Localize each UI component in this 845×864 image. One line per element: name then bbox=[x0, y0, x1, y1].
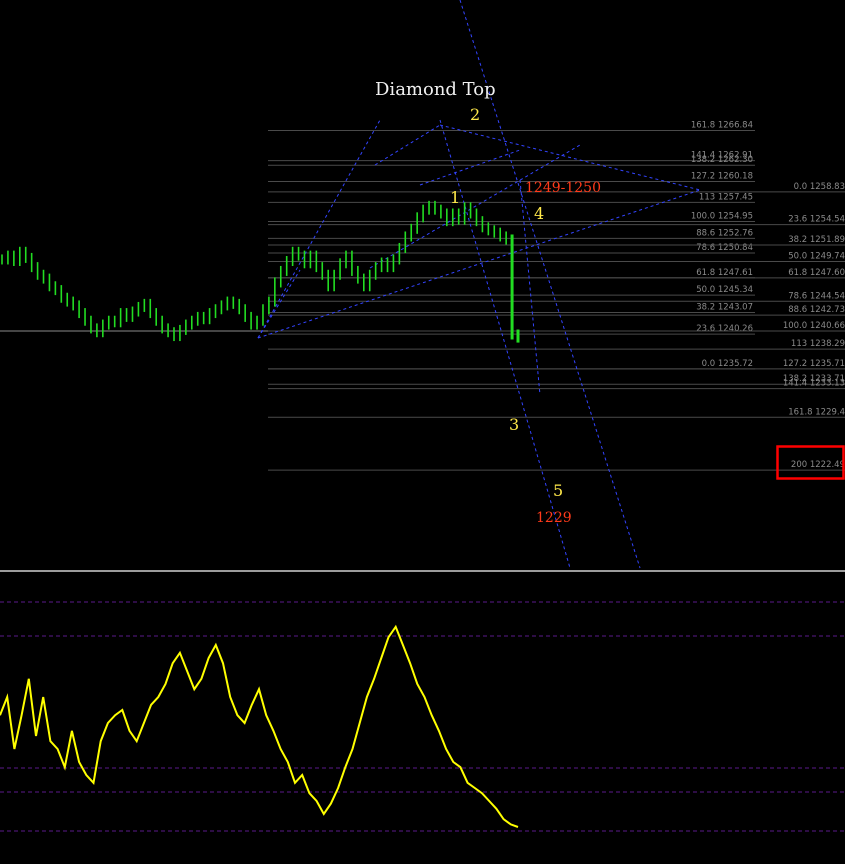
fib-right-label: 0.0 1258.83 bbox=[794, 182, 845, 192]
pattern-title: Diamond Top bbox=[375, 79, 496, 100]
fib-right-label: 141.4 1233.13 bbox=[783, 379, 845, 389]
trendline bbox=[257, 119, 381, 339]
resistance-zone-label: 1249-1250 bbox=[525, 180, 601, 196]
trendline bbox=[374, 124, 441, 166]
target-label: 1229 bbox=[536, 510, 572, 526]
wave-label-4: 4 bbox=[534, 204, 544, 223]
fib-right-label: 38.2 1251.89 bbox=[788, 235, 845, 245]
fib-left-label: 50.0 1245.34 bbox=[696, 285, 753, 295]
trendline bbox=[369, 144, 581, 269]
fib-left-label: 100.0 1254.95 bbox=[691, 212, 753, 222]
trendline bbox=[419, 149, 521, 186]
oscillator-line bbox=[0, 624, 519, 828]
chart-window: 161.8 1266.84 141.4 1262.91 138.2 1262.30 1… bbox=[0, 0, 845, 864]
fib-left-label: 113 1257.45 bbox=[699, 192, 753, 202]
fib-right-label: 50.0 1249.74 bbox=[788, 251, 845, 261]
fib-right-label: 113 1238.29 bbox=[791, 339, 845, 349]
fib-left-label: 61.8 1247.61 bbox=[696, 268, 753, 278]
wave-label-2: 2 bbox=[470, 105, 480, 124]
fib-left-label: 138.2 1262.30 bbox=[691, 155, 753, 165]
fib-left-label: 38.2 1243.07 bbox=[696, 303, 753, 313]
chart-canvas[interactable]: 161.8 1266.84141.4 1262.91138.2 1262.301… bbox=[0, 0, 845, 864]
fib-right-label: 100.0 1240.66 bbox=[783, 321, 845, 331]
wave-label-1: 1 bbox=[450, 188, 460, 207]
trendline bbox=[257, 189, 701, 339]
wave-label-3: 3 bbox=[509, 415, 519, 434]
fib-left-label: 0.0 1235.72 bbox=[702, 359, 753, 369]
trendline bbox=[257, 269, 301, 339]
fib-left-label: 161.8 1266.84 bbox=[691, 120, 753, 130]
fib-right-label: 200 1222.49 bbox=[791, 460, 845, 470]
fib-right-label: 127.2 1235.71 bbox=[783, 359, 845, 369]
oscillator-levels bbox=[0, 601, 845, 832]
fib-right-label: 61.8 1247.60 bbox=[788, 268, 845, 278]
price-series bbox=[1, 200, 520, 343]
fib-left-label: 127.2 1260.18 bbox=[691, 171, 753, 181]
fib-left-label: 88.6 1252.76 bbox=[696, 228, 753, 238]
wave-label-5: 5 bbox=[553, 481, 563, 500]
fib-right-label: 88.6 1242.73 bbox=[788, 305, 845, 315]
fib-right-label: 23.6 1254.54 bbox=[788, 215, 845, 225]
fib-right-label: 161.8 1229.4 bbox=[788, 407, 845, 417]
fib-right-label: 78.6 1244.54 bbox=[788, 291, 845, 301]
fib-left-label: 23.6 1240.26 bbox=[696, 324, 753, 334]
fib-levels-right: 0.0 1258.83 23.6 1254.54 38.2 1251.89 50.0 … bbox=[268, 182, 845, 471]
